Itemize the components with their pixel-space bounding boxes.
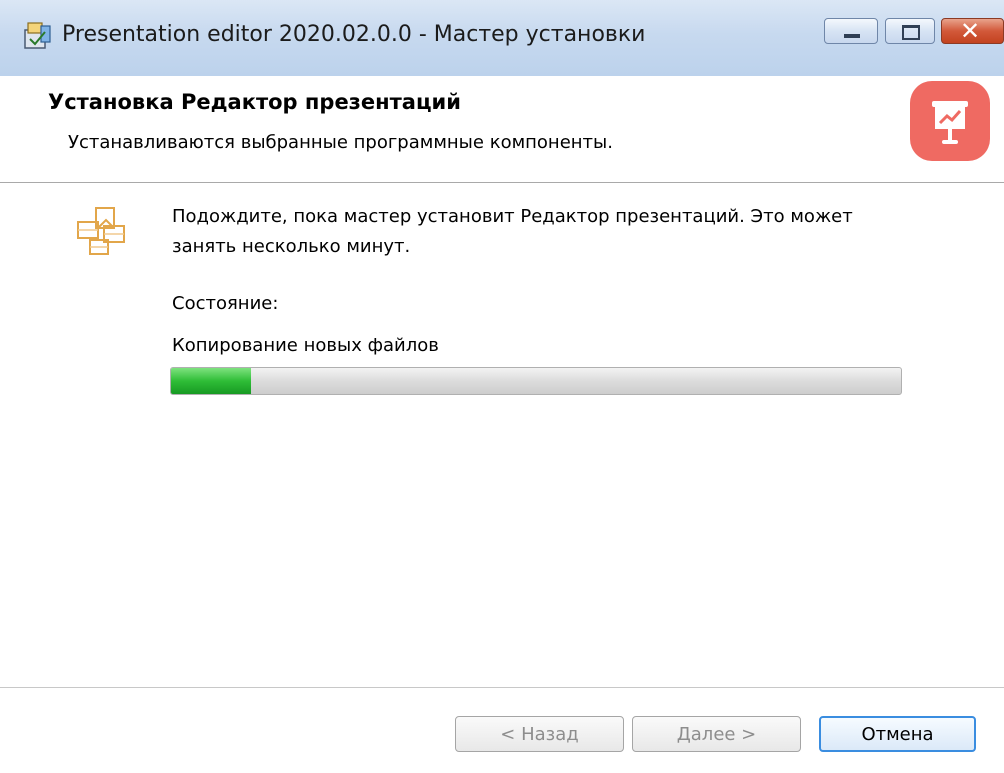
status-text: Копирование новых файлов [172,335,439,356]
next-button[interactable]: Далее > [632,716,801,752]
status-label: Состояние: [172,293,279,314]
wizard-content: Подождите, пока мастер установит Редакто… [0,183,1004,687]
install-progress-bar [170,367,902,395]
wait-message: Подождите, пока мастер установит Редакто… [172,206,853,257]
installer-window: Presentation editor 2020.02.0.0 - Мастер… [0,0,1004,773]
installer-icon [24,22,51,49]
close-button[interactable]: ✕ [941,17,1004,45]
page-title: Установка Редактор презентаций [48,90,461,114]
progress-fill [171,368,252,394]
presentation-logo-icon [910,81,990,161]
title-bar[interactable]: Presentation editor 2020.02.0.0 - Мастер… [0,0,1004,77]
page-subtitle: Устанавливаются выбранные программные ко… [68,132,613,153]
close-icon: ✕ [960,17,981,45]
setup-package-icon [77,207,125,255]
cancel-button[interactable]: Отмена [819,716,976,752]
wizard-header: Установка Редактор презентаций Устанавли… [0,76,1004,183]
wizard-footer: < Назад Далее > Отмена [0,687,1004,773]
minimize-button[interactable] [824,18,878,44]
maximize-button[interactable] [885,18,935,44]
back-button[interactable]: < Назад [455,716,624,752]
window-title: Presentation editor 2020.02.0.0 - Мастер… [62,22,646,47]
